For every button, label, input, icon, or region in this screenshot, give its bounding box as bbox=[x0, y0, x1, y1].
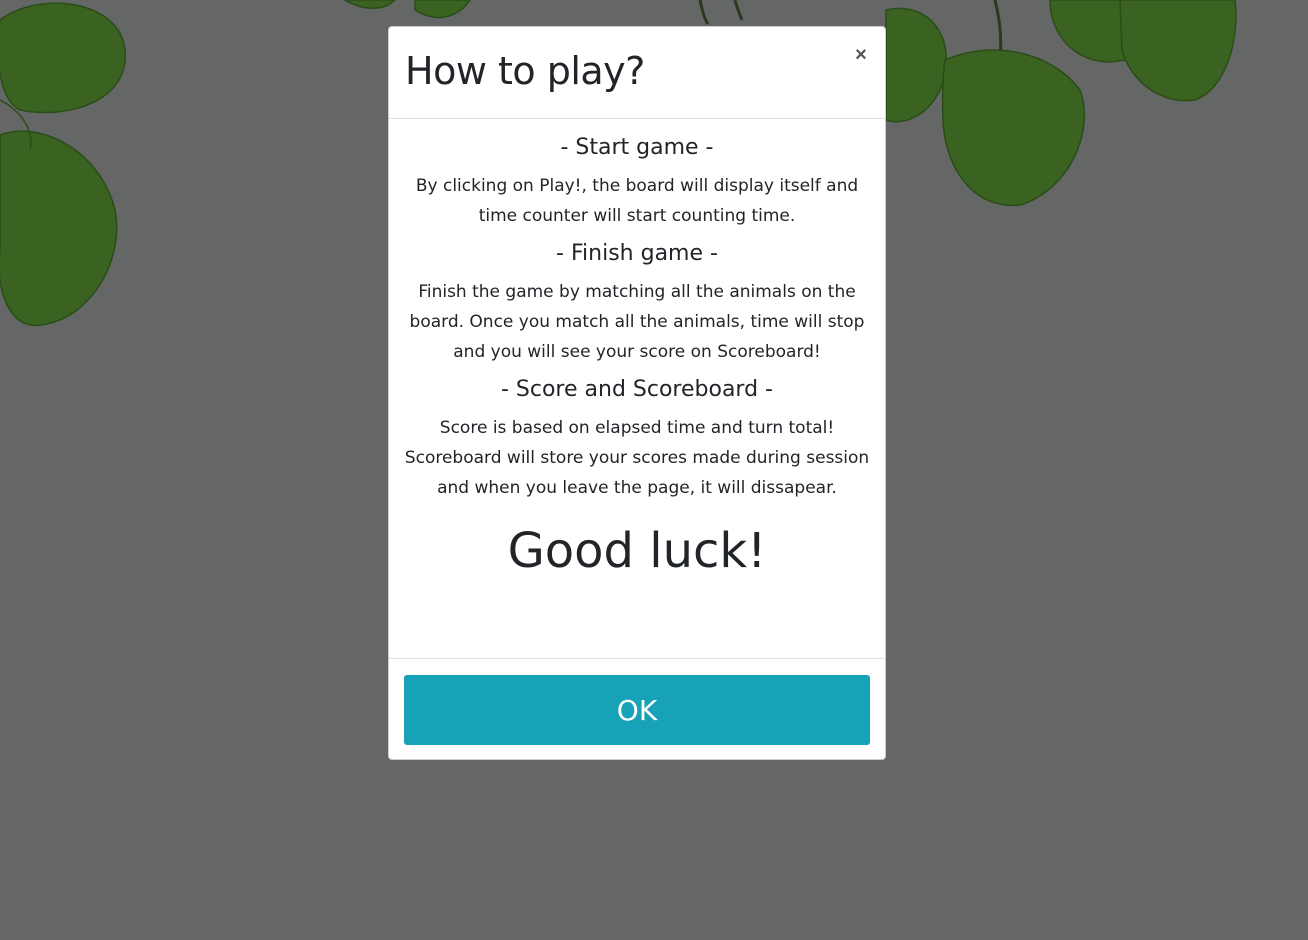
page: How to play? × - Start game - By clickin… bbox=[0, 0, 1308, 940]
modal-footer: OK bbox=[389, 658, 885, 759]
section-text-finish-game: Finish the game by matching all the anim… bbox=[409, 282, 865, 362]
modal-header: How to play? × bbox=[389, 27, 885, 119]
section-heading-finish-game: - Finish game - bbox=[556, 241, 718, 266]
how-to-play-modal: How to play? × - Start game - By clickin… bbox=[388, 26, 886, 760]
close-icon: × bbox=[855, 44, 867, 66]
close-button[interactable]: × bbox=[851, 43, 871, 67]
section-heading-score: - Score and Scoreboard - bbox=[500, 377, 773, 402]
good-luck-heading: Good luck! bbox=[507, 523, 767, 579]
modal-title: How to play? bbox=[405, 49, 645, 93]
section-heading-start-game: - Start game - bbox=[560, 135, 714, 160]
ok-button[interactable]: OK bbox=[404, 675, 870, 745]
modal-body: - Start game - By clicking on Play!, the… bbox=[389, 119, 885, 658]
section-text-start-game: By clicking on Play!, the board will dis… bbox=[415, 176, 859, 226]
section-text-score: Score is based on elapsed time and turn … bbox=[404, 418, 870, 498]
